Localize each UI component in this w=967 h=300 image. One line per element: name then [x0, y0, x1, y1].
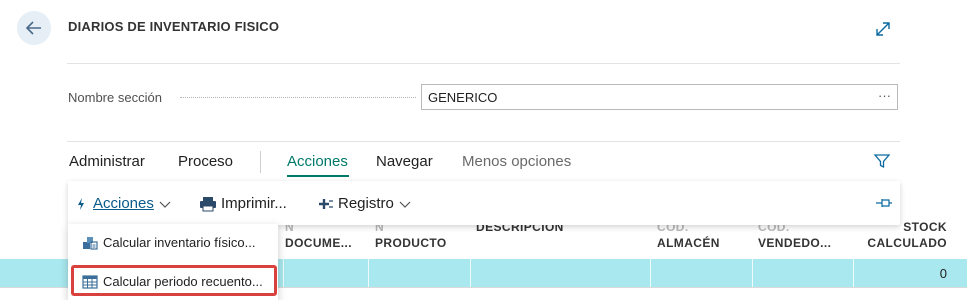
calendar-grid-icon	[82, 274, 98, 289]
menu-proceso[interactable]: Proceso	[178, 153, 233, 170]
active-tab-indicator	[287, 175, 349, 177]
plus-post-icon	[319, 198, 333, 209]
lightning-icon	[78, 197, 84, 210]
field-divider	[67, 141, 900, 142]
field-ellipsis-button[interactable]: ···	[878, 88, 891, 103]
menu-item-calcular-periodo[interactable]: Calcular periodo recuento...	[82, 274, 263, 289]
column-divider	[368, 259, 369, 300]
menu-separator	[260, 151, 261, 173]
menu-item-calcular-inventario[interactable]: Calcular inventario físico...	[82, 235, 255, 250]
column-divider	[470, 259, 471, 300]
expand-icon[interactable]	[873, 19, 893, 39]
registro-dropdown-button[interactable]: Registro	[318, 195, 412, 212]
menu-administrar[interactable]: Administrar	[69, 153, 145, 170]
printer-icon	[200, 196, 216, 211]
pin-icon[interactable]	[875, 196, 893, 214]
back-button[interactable]	[17, 11, 51, 45]
filter-icon[interactable]	[873, 152, 891, 175]
column-divider	[853, 259, 854, 300]
column-divider	[283, 259, 284, 300]
print-button[interactable]: Imprimir...	[199, 195, 287, 212]
column-divider	[752, 259, 753, 300]
label-dots	[180, 97, 416, 98]
section-name-input[interactable]: GENERICO	[421, 84, 898, 110]
acciones-dropdown-button[interactable]: Acciones	[76, 195, 172, 212]
column-divider	[650, 259, 651, 300]
actions-toolbar	[68, 181, 900, 225]
chevron-down-icon	[399, 201, 411, 208]
page-title: DIARIOS DE INVENTARIO FISICO	[68, 19, 280, 34]
calculate-inventory-icon	[83, 236, 98, 250]
menu-acciones[interactable]: Acciones	[287, 153, 348, 170]
header-divider	[67, 63, 900, 64]
menu-navegar[interactable]: Navegar	[376, 153, 433, 170]
menu-less-options[interactable]: Menos opciones	[462, 153, 571, 170]
section-name-label: Nombre sección	[68, 90, 162, 105]
chevron-down-icon	[159, 201, 171, 208]
arrow-left-icon	[25, 21, 41, 35]
stock-value-cell: 0	[939, 266, 947, 281]
